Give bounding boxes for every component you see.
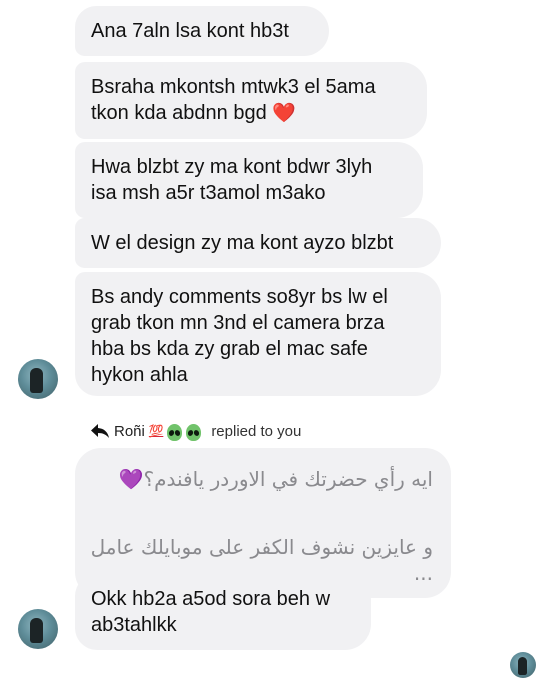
message-text: W el design zy ma kont ayzo blzbt (91, 232, 394, 254)
alien-icon (186, 423, 202, 441)
message-text: Ana 7aln lsa kont hb3t (91, 20, 289, 42)
reply-message-bubble[interactable]: Okk hb2a a5od sora beh w ab3tahlkk (75, 574, 371, 650)
message-bubble[interactable]: Hwa blzbt zy ma kont bdwr 3lyh isa msh a… (75, 142, 423, 218)
message-bubble[interactable]: Ana 7aln lsa kont hb3t (75, 6, 329, 56)
hundred-points-icon: 💯 (148, 424, 164, 438)
sender-avatar[interactable] (18, 609, 58, 649)
message-text: Okk hb2a a5od sora beh w ab3tahlkk (91, 588, 331, 636)
message-text: Bs andy comments so8yr bs lw el grab tko… (91, 286, 388, 386)
reply-sender-name: Roñi (114, 422, 145, 440)
message-bubble[interactable]: Bs andy comments so8yr bs lw el grab tko… (75, 272, 441, 396)
sender-avatar[interactable] (18, 359, 58, 399)
read-receipt-avatar (510, 652, 536, 678)
message-bubble[interactable]: W el design zy ma kont ayzo blzbt (75, 218, 441, 268)
alien-icon (167, 423, 183, 441)
red-heart-icon: ❤️ (272, 103, 296, 124)
message-text: Hwa blzbt zy ma kont bdwr 3lyh isa msh a… (91, 156, 373, 204)
purple-heart-icon: 💜 (118, 467, 144, 491)
message-text: Bsraha mkontsh mtwk3 el 5ama tkon kda ab… (91, 76, 376, 124)
reply-indicator: Roñi 💯 replied to you (90, 420, 301, 442)
reply-arrow-icon (91, 424, 109, 438)
quoted-line-1: ايه رأي حضرتك في الاوردر يافندم؟💜 (118, 467, 433, 491)
replied-label: replied to you (211, 422, 302, 440)
message-bubble[interactable]: Bsraha mkontsh mtwk3 el 5ama tkon kda ab… (75, 62, 427, 139)
